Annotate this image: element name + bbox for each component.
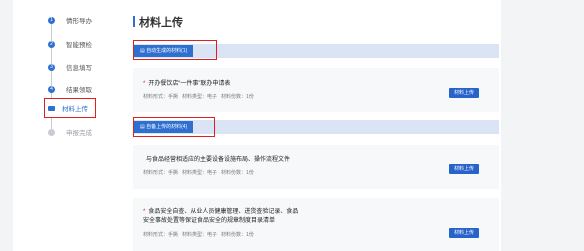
meta-count: 材料份数：1份 [221, 170, 254, 176]
material-upload-button[interactable]: 材料上传 [449, 164, 479, 174]
step-number: 2 [48, 40, 55, 48]
material-title-line1: 食品安全自查、从业人员健康管理、进货查验记录、食品 [148, 209, 299, 215]
step-6[interactable]: 申报完成 [40, 123, 120, 141]
meta-count: 材料份数：1份 [221, 232, 254, 238]
material-title-line2: 安全事故处置等保证食品安全的规章制度目录清单 [143, 218, 276, 224]
step-number: 3 [48, 63, 55, 71]
meta-form: 材料形式：手撕 [143, 232, 179, 238]
content-panel: 1 情形导办 2 智能预检 3 信息填写 4 结果领取 材料上传 申报完成 材料… [13, 0, 501, 251]
step-1[interactable]: 1 情形导办 [40, 11, 120, 29]
upload-flag-icon [48, 105, 55, 111]
material-name: * 食品安全自查、从业人员健康管理、进货查验记录、食品 [143, 208, 298, 217]
material-card-3: * 食品安全自查、从业人员健康管理、进货查验记录、食品 安全事故处置等保证食品安全… [133, 198, 499, 251]
material-upload-button[interactable]: 材料上传 [449, 88, 479, 98]
meta-type: 材料类型：电子 [182, 170, 218, 176]
material-meta: 材料形式：手撕 材料类型：电子 材料份数：1份 [143, 169, 258, 176]
material-title: 开办餐饮店“一件事”联办申请表 [148, 81, 231, 87]
required-mark: * [143, 209, 146, 215]
step-3[interactable]: 3 信息填写 [40, 58, 120, 76]
step-4[interactable]: 4 结果领取 [40, 80, 120, 98]
step-label: 智能预检 [66, 42, 92, 49]
step-label: 材料上传 [62, 106, 88, 113]
page-title: 材料上传 [139, 17, 183, 29]
material-upload-button[interactable]: 材料上传 [449, 228, 479, 238]
step-pending-dot [48, 128, 55, 136]
meta-form: 材料形式：手撕 [143, 94, 179, 100]
title-accent-bar [133, 16, 135, 27]
material-meta: 材料形式：手撕 材料类型：电子 材料份数：1份 [143, 231, 258, 238]
meta-type: 材料类型：电子 [182, 232, 218, 238]
material-card-2: 与食品经营相适应的主要设备设施布局、操作流程文件 材料形式：手撕 材料类型：电子材… [133, 145, 499, 189]
step-number: 4 [48, 85, 55, 93]
material-title: 与食品经营相适应的主要设备设施布局、操作流程文件 [146, 157, 291, 163]
material-name: * 开办餐饮店“一件事”联办申请表 [143, 80, 230, 89]
step-label: 结果领取 [66, 87, 92, 94]
highlight-outline [133, 40, 217, 60]
step-label: 信息填写 [66, 65, 92, 72]
step-label: 申报完成 [66, 130, 92, 137]
material-card-1: * 开办餐饮店“一件事”联办申请表 材料形式：手撕 材料类型：电子 材料份数：1份 材… [133, 68, 499, 112]
step-label: 情形导办 [66, 18, 92, 25]
step-2[interactable]: 2 智能预检 [40, 35, 120, 53]
material-meta: 材料形式：手撕 材料类型：电子 材料份数：1份 [143, 93, 258, 100]
step-5-active[interactable]: 材料上传 [44, 98, 96, 118]
meta-type: 材料类型：电子 [182, 94, 218, 100]
material-name-cont: 安全事故处置等保证食品安全的规章制度目录清单 [143, 217, 275, 226]
highlight-outline [133, 117, 215, 137]
meta-count: 材料份数：1份 [221, 94, 254, 100]
main-area: 材料上传 ▤ 自动生成的材料(1) * 开办餐饮店“一件事”联办申请表 材料形式：… [123, 0, 501, 251]
required-mark: * [143, 81, 146, 87]
meta-form: 材料形式：手撕 [143, 170, 179, 176]
step-number: 1 [48, 16, 55, 24]
material-name: 与食品经营相适应的主要设备设施布局、操作流程文件 [143, 156, 290, 165]
step-navigator: 1 情形导办 2 智能预检 3 信息填写 4 结果领取 材料上传 申报完成 [13, 0, 108, 251]
